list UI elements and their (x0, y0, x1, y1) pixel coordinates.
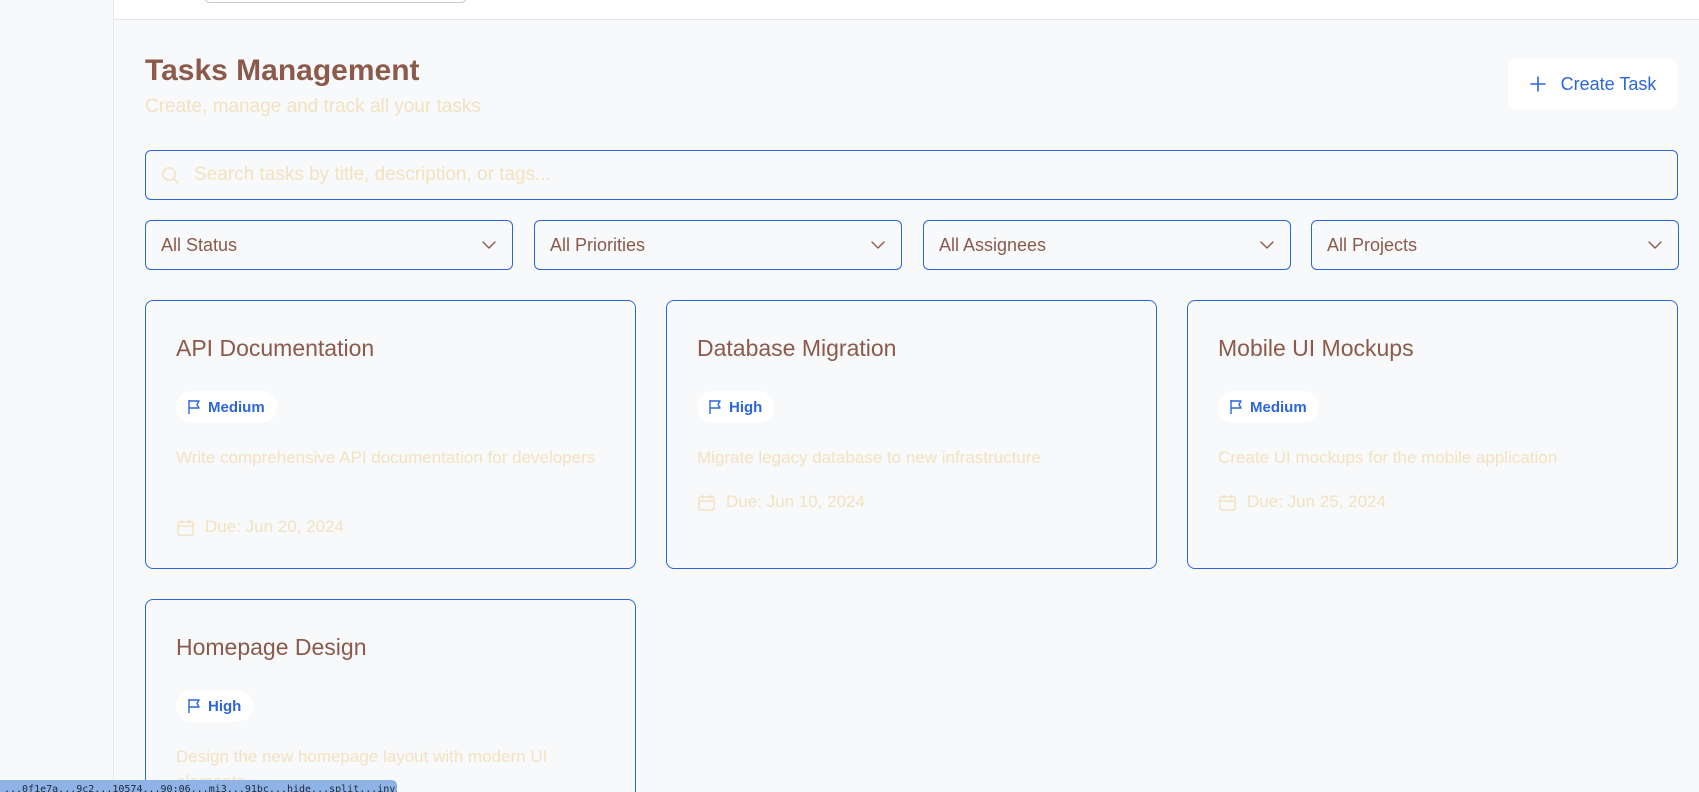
chevron-down-icon (482, 241, 496, 249)
assignee-filter-select[interactable]: All Assignees (923, 220, 1291, 270)
page-subtitle: Create, manage and track all your tasks (145, 96, 481, 117)
flag-icon (188, 699, 200, 713)
flag-icon (709, 400, 721, 414)
status-filter-select[interactable]: All Status (145, 220, 513, 270)
priority-badge: High (176, 690, 254, 722)
priority-badge: High (697, 391, 775, 423)
calendar-icon (698, 494, 715, 511)
status-filter-value: All Status (161, 234, 238, 255)
priority-label: Medium (208, 398, 265, 416)
assignee-filter-value: All Assignees (939, 234, 1047, 255)
project-filter-value: All Projects (1327, 234, 1418, 255)
sidebar (0, 0, 114, 792)
filter-row: All Status All Priorities All Assignees … (145, 220, 1679, 270)
priority-filter-select[interactable]: All Priorities (534, 220, 902, 270)
task-due: Due: Jun 10, 2024 (697, 492, 865, 512)
plus-icon (1529, 76, 1546, 92)
calendar-icon (1219, 494, 1236, 511)
main-content: Tasks Management Create, manage and trac… (114, 20, 1699, 792)
priority-label: High (208, 697, 242, 715)
task-description: Create UI mockups for the mobile applica… (1218, 448, 1558, 467)
task-card[interactable]: Homepage Design High Design the new home… (145, 599, 636, 792)
project-filter-select[interactable]: All Projects (1311, 220, 1679, 270)
task-title: Homepage Design (176, 634, 367, 660)
priority-badge: Medium (176, 391, 277, 423)
priority-label: Medium (1250, 398, 1307, 416)
chevron-down-icon (871, 241, 885, 249)
status-bar: ...0f1e7a...9c2...10574...90:06...mi3...… (0, 780, 397, 792)
search-box[interactable] (145, 150, 1678, 200)
task-description: Migrate legacy database to new infrastru… (697, 448, 1041, 467)
task-card[interactable]: Database Migration High Migrate legacy d… (666, 300, 1157, 569)
calendar-icon (177, 519, 194, 536)
task-description: Write comprehensive API documentation fo… (176, 448, 596, 467)
search-icon (162, 167, 179, 184)
task-title: Mobile UI Mockups (1218, 335, 1414, 361)
chevron-down-icon (1260, 241, 1274, 249)
flag-icon (1230, 400, 1242, 414)
task-card[interactable]: Mobile UI Mockups Medium Create UI mocku… (1187, 300, 1678, 569)
priority-label: High (729, 398, 763, 416)
create-task-button[interactable]: Create Task (1508, 59, 1677, 109)
task-card[interactable]: API Documentation Medium Write comprehen… (145, 300, 636, 569)
search-input[interactable] (194, 151, 1667, 199)
task-due-text: Due: Jun 25, 2024 (1247, 492, 1386, 511)
task-due: Due: Jun 20, 2024 (176, 517, 344, 537)
task-due-text: Due: Jun 10, 2024 (726, 492, 865, 511)
task-due: Due: Jun 25, 2024 (1218, 492, 1386, 512)
task-title: Database Migration (697, 335, 897, 361)
task-due-text: Due: Jun 20, 2024 (205, 517, 344, 536)
page-title: Tasks Management (145, 54, 420, 87)
top-search-field[interactable] (204, 0, 467, 3)
priority-badge: Medium (1218, 391, 1319, 423)
top-bar (114, 0, 1699, 20)
create-task-label: Create Task (1560, 73, 1657, 94)
priority-filter-value: All Priorities (550, 234, 646, 255)
flag-icon (188, 400, 200, 414)
task-title: API Documentation (176, 335, 375, 361)
chevron-down-icon (1648, 241, 1662, 249)
